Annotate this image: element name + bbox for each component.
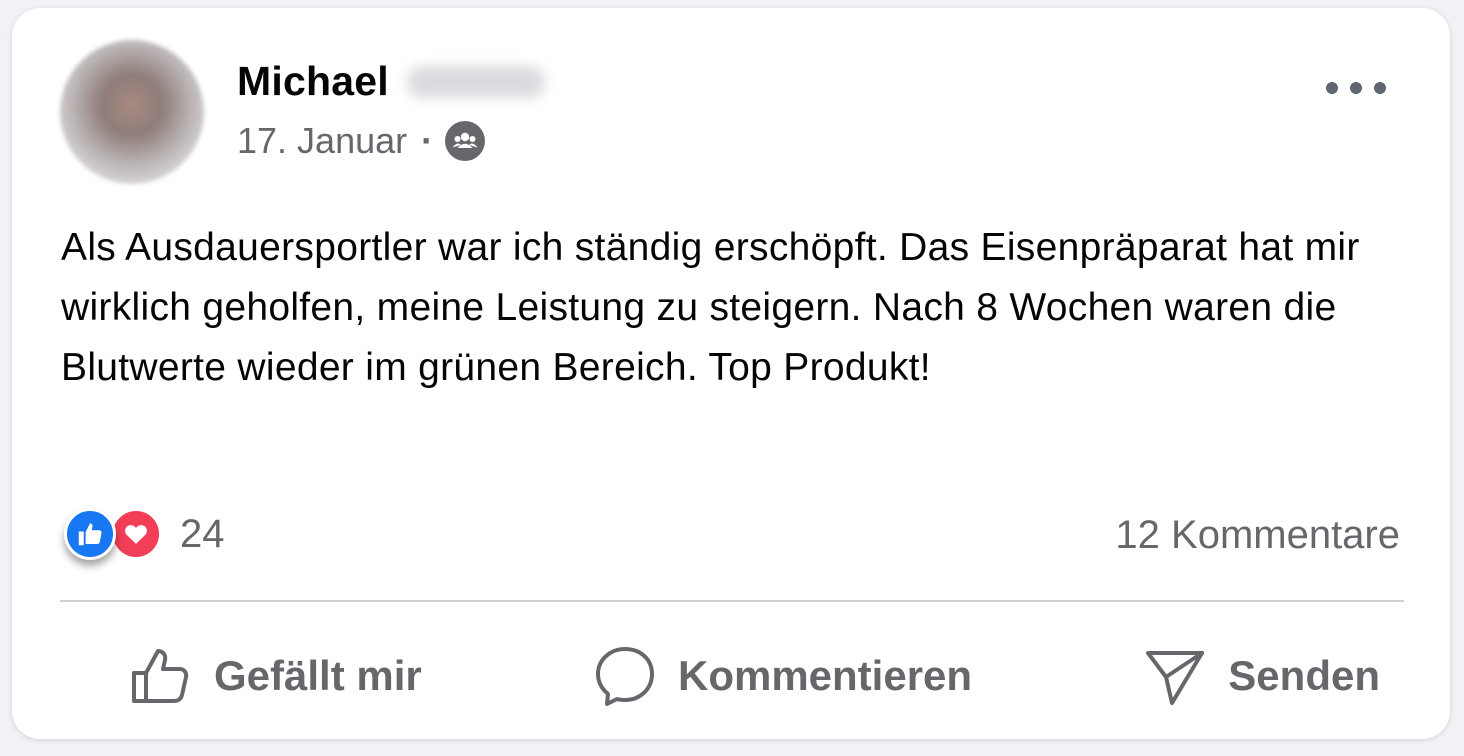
more-options-button[interactable] xyxy=(1326,68,1386,108)
more-dot-icon xyxy=(1374,82,1386,94)
comment-button[interactable]: Kommentieren xyxy=(594,636,972,716)
like-label: Gefällt mir xyxy=(214,652,422,699)
avatar[interactable] xyxy=(60,40,204,184)
meta-separator: · xyxy=(421,120,434,161)
post-meta: 17. Januar · xyxy=(237,120,486,162)
friends-icon[interactable] xyxy=(445,121,486,161)
send-label: Senden xyxy=(1228,652,1380,699)
comment-label: Kommentieren xyxy=(677,652,973,699)
more-dot-icon xyxy=(1350,82,1362,94)
reactions-summary[interactable]: 24 xyxy=(64,508,225,560)
send-button[interactable]: Senden xyxy=(1144,636,1380,716)
author-row: Michael xyxy=(237,58,545,105)
send-arrow-icon xyxy=(1146,651,1205,705)
author-name[interactable]: Michael xyxy=(237,58,389,105)
reaction-count: 24 xyxy=(180,511,225,556)
post-text: Als Ausdauersportler war ich ständig ers… xyxy=(61,226,1360,389)
thumbs-up-icon xyxy=(132,649,189,703)
blurred-surname xyxy=(406,65,545,98)
action-bar: Gefällt mir Kommentieren Senden xyxy=(60,636,1404,716)
comment-bubble-icon xyxy=(595,647,654,706)
love-reaction-icon xyxy=(110,508,162,560)
post-date[interactable]: 17. Januar xyxy=(237,120,407,162)
post-card: Michael 17. Januar · Als Ausdauersportle… xyxy=(12,8,1450,739)
like-reaction-icon xyxy=(64,508,116,560)
like-button[interactable]: Gefällt mir xyxy=(130,636,422,716)
divider xyxy=(60,600,1404,602)
comments-count-link[interactable]: 12 Kommentare xyxy=(1115,513,1400,558)
more-dot-icon xyxy=(1326,82,1338,94)
